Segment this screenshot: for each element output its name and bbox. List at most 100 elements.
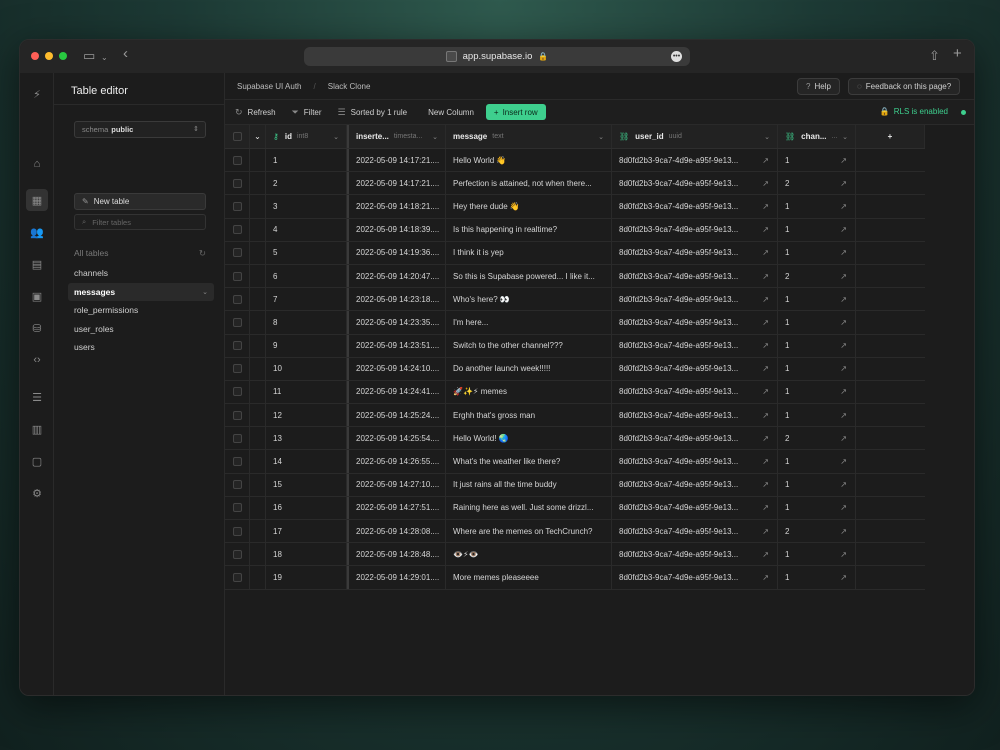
table-item-messages[interactable]: messages ⌄ [68,282,214,301]
cell-message[interactable]: Hey there dude 👋 [446,195,612,218]
cell-id[interactable]: 15 [266,473,347,496]
table-row[interactable]: 3 2022-05-09 14:18:21.... Hey there dude 👋… [225,195,925,219]
cell-user-id[interactable]: 8d0fd2b3-9ca7-4d9e-a95f-9e13... ↗ [612,172,778,195]
cell-user-id[interactable]: 8d0fd2b3-9ca7-4d9e-a95f-9e13... ↗ [612,195,778,218]
row-checkbox[interactable] [232,155,242,165]
row-expand-cell[interactable] [250,380,266,404]
external-link-icon[interactable]: ↗ [762,387,769,396]
maximize-window-button[interactable] [59,52,67,60]
insert-row-button[interactable]: + Insert row [485,104,546,120]
refresh-icon[interactable]: ↻ [199,248,206,259]
more-icon[interactable]: ••• [671,51,682,62]
row-expand-cell[interactable] [250,496,266,519]
table-row[interactable]: 6 2022-05-09 14:20:47.... So this is Supab… [225,264,925,289]
table-row[interactable]: 5 2022-05-09 14:19:36.... I think it is ye… [225,241,925,265]
external-link-icon[interactable]: ↗ [762,457,769,466]
new-table-button[interactable]: ✎ New table [74,193,206,210]
external-link-icon[interactable]: ↗ [840,573,847,582]
row-select-cell[interactable] [225,241,250,264]
cell-inserted-at[interactable]: 2022-05-09 14:27:51.... [347,496,446,519]
new-tab-icon[interactable]: + [953,46,962,62]
external-link-icon[interactable]: ↗ [840,411,847,420]
cell-id[interactable]: 11 [266,380,347,404]
cell-message[interactable]: More memes pleaseeee [446,566,612,589]
row-select-cell[interactable] [225,357,250,380]
row-select-cell[interactable] [225,543,250,566]
cell-user-id[interactable]: 8d0fd2b3-9ca7-4d9e-a95f-9e13... ↗ [612,264,778,288]
cell-channel-id[interactable]: 1 ↗ [778,404,856,427]
rls-status[interactable]: 🔒 RLS is enabled [880,107,948,116]
cell-message[interactable]: It just rains all the time buddy [446,473,612,496]
table-row[interactable]: 12 2022-05-09 14:25:24.... Erghh that's gr… [225,404,925,428]
cell-id[interactable]: 13 [266,427,347,450]
column-header-inserted-at[interactable]: inserte... timesta... ⌄ [347,125,446,148]
external-link-icon[interactable]: ↗ [762,527,769,536]
cell-id[interactable]: 17 [266,520,347,543]
row-expand-cell[interactable] [250,427,266,450]
row-select-cell[interactable] [225,288,250,311]
table-row[interactable]: 15 2022-05-09 14:27:10.... It just rains a… [225,473,925,497]
external-link-icon[interactable]: ↗ [840,341,847,350]
row-select-cell[interactable] [225,334,250,357]
cell-inserted-at[interactable]: 2022-05-09 14:29:01.... [347,566,446,589]
cell-channel-id[interactable]: 1 ↗ [778,311,856,334]
sort-button[interactable]: ☰ Sorted by 1 rule [338,107,408,118]
cell-user-id[interactable]: 8d0fd2b3-9ca7-4d9e-a95f-9e13... ↗ [612,450,778,473]
new-column-button[interactable]: New Column [428,108,474,117]
cell-message[interactable]: Perfection is attained, not when there..… [446,172,612,195]
row-select-cell[interactable] [225,450,250,473]
cell-inserted-at[interactable]: 2022-05-09 14:23:18.... [347,288,446,311]
row-expand-cell[interactable] [250,241,266,264]
table-row[interactable]: 14 2022-05-09 14:26:55.... What's the weat… [225,450,925,474]
row-expand-cell[interactable] [250,520,266,543]
cell-id[interactable]: 7 [266,288,347,311]
users-icon[interactable]: 👥 [26,221,48,243]
cell-user-id[interactable]: 8d0fd2b3-9ca7-4d9e-a95f-9e13... ↗ [612,473,778,496]
external-link-icon[interactable]: ↗ [762,248,769,257]
row-expand-cell[interactable] [250,473,266,496]
table-row[interactable]: 10 2022-05-09 14:24:10.... Do another laun… [225,357,925,381]
external-link-icon[interactable]: ↗ [840,248,847,257]
row-expand-cell[interactable] [250,311,266,334]
external-link-icon[interactable]: ↗ [840,387,847,396]
row-checkbox[interactable] [232,225,242,235]
cell-user-id[interactable]: 8d0fd2b3-9ca7-4d9e-a95f-9e13... ↗ [612,380,778,404]
cell-message[interactable]: Is this happening in realtime? [446,218,612,241]
cell-user-id[interactable]: 8d0fd2b3-9ca7-4d9e-a95f-9e13... ↗ [612,334,778,357]
cell-id[interactable]: 12 [266,404,347,427]
cell-inserted-at[interactable]: 2022-05-09 14:17:21.... [347,149,446,172]
row-checkbox[interactable] [232,480,242,490]
supabase-logo-icon[interactable]: ⚡ [26,83,48,105]
database-icon[interactable]: ⛁ [26,317,48,339]
table-item-role-permissions[interactable]: role_permissions [68,301,214,320]
row-checkbox[interactable] [232,271,242,281]
row-checkbox[interactable] [232,387,242,397]
table-editor-icon[interactable]: ▦ [26,189,48,211]
row-expand-cell[interactable] [250,404,266,427]
cell-message[interactable]: So this is Supabase powered... I like it… [446,264,612,288]
refresh-button[interactable]: ↻ Refresh [235,107,276,118]
cell-message[interactable]: Raining here as well. Just some drizzl..… [446,496,612,519]
external-link-icon[interactable]: ↗ [840,318,847,327]
row-select-cell[interactable] [225,427,250,450]
cell-inserted-at[interactable]: 2022-05-09 14:25:24.... [347,404,446,427]
cell-id[interactable]: 9 [266,334,347,357]
cell-channel-id[interactable]: 1 ↗ [778,357,856,380]
row-checkbox[interactable] [232,457,242,467]
cell-inserted-at[interactable]: 2022-05-09 14:18:21.... [347,195,446,218]
row-select-cell[interactable] [225,149,250,172]
sidebar-toggle-icon[interactable]: ▭ [83,48,95,64]
cell-id[interactable]: 4 [266,218,347,241]
external-link-icon[interactable]: ↗ [762,341,769,350]
external-link-icon[interactable]: ↗ [762,573,769,582]
external-link-icon[interactable]: ↗ [840,527,847,536]
breadcrumb-table[interactable]: Slack Clone [316,82,383,91]
row-checkbox[interactable] [232,294,242,304]
external-link-icon[interactable]: ↗ [840,434,847,443]
cell-message[interactable]: Erghh that's gross man [446,404,612,427]
share-icon[interactable]: ⇧ [929,48,940,64]
row-select-cell[interactable] [225,473,250,496]
cell-id[interactable]: 3 [266,195,347,218]
cell-inserted-at[interactable]: 2022-05-09 14:24:10.... [347,357,446,380]
row-select-cell[interactable] [225,566,250,589]
